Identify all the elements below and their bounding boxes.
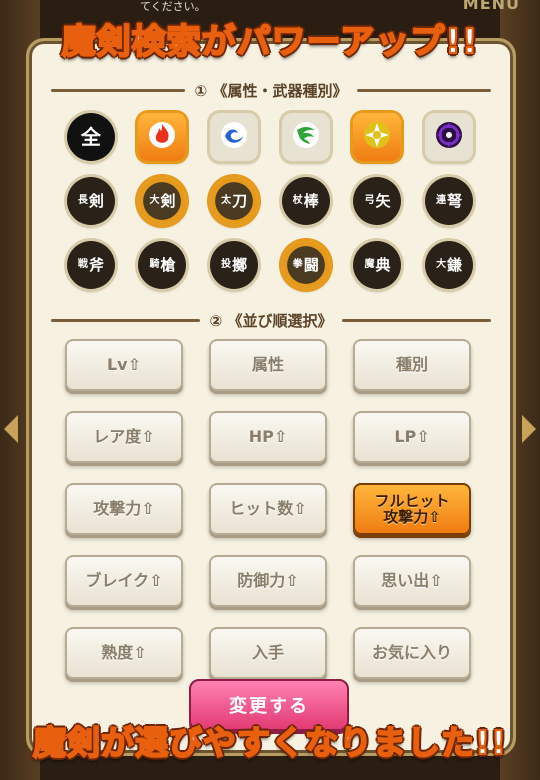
weapon-glyph-small: 太 <box>221 195 232 206</box>
filter-icon-grid: 全長剣大剣太刀杖棒弓矢連弩戦斧騎槍投擲拳闘魔典大鎌 <box>55 113 485 289</box>
menu-label[interactable]: MENU <box>463 0 520 13</box>
weapon-glyph-main: 擲 <box>232 255 248 274</box>
weapon-glyph-small: 大 <box>149 195 160 206</box>
weapon-glyph-main: 闘 <box>303 255 319 274</box>
sort-defense-button[interactable]: 防御力⇧ <box>209 555 327 607</box>
sort-rarity-button[interactable]: レア度⇧ <box>65 411 183 463</box>
section-title-attribute: ① 《属性・武器種別》 <box>194 81 348 100</box>
sort-full-hit-attack-button[interactable]: フルヒット 攻撃力⇧ <box>353 483 471 535</box>
katana-icon: 太刀 <box>221 191 248 210</box>
weapon-filter-katana[interactable]: 太刀 <box>210 177 259 225</box>
weapon-glyph-main: 槍 <box>160 255 176 274</box>
weapon-glyph-small: 大 <box>436 259 447 270</box>
weapon-glyph-main: 剣 <box>88 191 104 210</box>
fist-icon: 拳闘 <box>292 255 319 274</box>
weapon-glyph-small: 魔 <box>364 259 375 270</box>
sort-favorite-button[interactable]: お気に入り <box>353 627 471 679</box>
weapon-glyph-main: 鎌 <box>447 255 463 274</box>
sort-attack-button[interactable]: 攻撃力⇧ <box>65 483 183 535</box>
promo-banner-top: 魔剣検索がパワーアップ!! <box>61 21 479 63</box>
all-icon: 全 <box>80 125 101 149</box>
weapon-glyph-small: 長 <box>77 195 88 206</box>
weapon-filter-bow[interactable]: 弓矢 <box>353 177 402 225</box>
divider <box>342 318 491 322</box>
element-filter-wind[interactable] <box>281 113 330 161</box>
weapon-glyph-small: 拳 <box>292 259 303 270</box>
sort-lv-button[interactable]: Lv⇧ <box>65 339 183 391</box>
weapon-glyph-small: 連 <box>436 195 447 206</box>
sort-hp-button[interactable]: HP⇧ <box>209 411 327 463</box>
weapon-glyph-small: 投 <box>221 259 232 270</box>
divider <box>357 88 491 92</box>
section-title-sort: ② 《並び順選択》 <box>209 311 333 330</box>
great-sword-icon: 大剣 <box>149 191 176 210</box>
sort-break-button[interactable]: ブレイク⇧ <box>65 555 183 607</box>
weapon-glyph-main: 典 <box>375 255 391 274</box>
weapon-filter-staff[interactable]: 杖棒 <box>281 177 330 225</box>
weapon-filter-throwing[interactable]: 投擲 <box>210 241 259 289</box>
dark-element-icon <box>434 120 464 154</box>
element-filter-light[interactable] <box>353 113 402 161</box>
element-filter-fire[interactable] <box>138 113 187 161</box>
weapon-glyph-main: 矢 <box>375 191 391 210</box>
long-sword-icon: 長剣 <box>77 191 104 210</box>
scythe-icon: 大鎌 <box>436 255 463 274</box>
weapon-glyph-small: 騎 <box>149 259 160 270</box>
weapon-filter-spear[interactable]: 騎槍 <box>138 241 187 289</box>
sort-acquired-button[interactable]: 入手 <box>209 627 327 679</box>
element-filter-all[interactable]: 全 <box>66 113 115 161</box>
weapon-glyph-small: 戦 <box>77 259 88 270</box>
bow-icon: 弓矢 <box>364 191 391 210</box>
section-header-sort: ② 《並び順選択》 <box>51 309 491 331</box>
weapon-glyph-main: 棒 <box>303 191 319 210</box>
next-arrow-icon[interactable] <box>522 415 536 443</box>
weapon-filter-axe[interactable]: 戦斧 <box>66 241 115 289</box>
tome-icon: 魔典 <box>364 255 391 274</box>
sort-button-grid: Lv⇧ 属性 種別レア度⇧ HP⇧ LP⇧ 攻撃力⇧ ヒット数⇧ フルヒット 攻撃力⇧ ブレイク… <box>65 339 477 679</box>
divider <box>51 88 185 92</box>
weapon-filter-crossbow[interactable]: 連弩 <box>425 177 474 225</box>
weapon-glyph-main: 弩 <box>447 191 463 210</box>
throwing-icon: 投擲 <box>221 255 248 274</box>
weapon-filter-scythe[interactable]: 大鎌 <box>425 241 474 289</box>
top-hint-text: てください。 <box>140 0 206 13</box>
crossbow-icon: 連弩 <box>436 191 463 210</box>
weapon-filter-fist[interactable]: 拳闘 <box>281 241 330 289</box>
weapon-glyph-main: 刀 <box>232 191 248 210</box>
divider <box>51 318 200 322</box>
section-header-attribute: ① 《属性・武器種別》 <box>51 79 491 101</box>
weapon-filter-great-sword[interactable]: 大剣 <box>138 177 187 225</box>
wind-element-icon <box>291 120 321 154</box>
sort-mastery-button[interactable]: 熟度⇧ <box>65 627 183 679</box>
light-element-icon <box>362 120 392 154</box>
weapon-filter-tome[interactable]: 魔典 <box>353 241 402 289</box>
water-element-icon <box>219 120 249 154</box>
element-filter-water[interactable] <box>210 113 259 161</box>
sort-type-button[interactable]: 種別 <box>353 339 471 391</box>
sort-memories-button[interactable]: 思い出⇧ <box>353 555 471 607</box>
weapon-filter-long-sword[interactable]: 長剣 <box>66 177 115 225</box>
weapon-glyph-main: 斧 <box>88 255 104 274</box>
sort-attribute-button[interactable]: 属性 <box>209 339 327 391</box>
weapon-glyph-small: 弓 <box>364 195 375 206</box>
axe-icon: 戦斧 <box>77 255 104 274</box>
fire-element-icon <box>147 120 177 154</box>
element-filter-dark[interactable] <box>425 113 474 161</box>
staff-icon: 杖棒 <box>292 191 319 210</box>
weapon-glyph-small: 杖 <box>292 195 303 206</box>
weapon-glyph-main: 剣 <box>160 191 176 210</box>
prev-arrow-icon[interactable] <box>4 415 18 443</box>
sort-lp-button[interactable]: LP⇧ <box>353 411 471 463</box>
spear-icon: 騎槍 <box>149 255 176 274</box>
promo-banner-bottom: 魔剣が選びやすくなりました!! <box>32 722 508 763</box>
sort-hit-count-button[interactable]: ヒット数⇧ <box>209 483 327 535</box>
search-panel: ① 《属性・武器種別》 全長剣大剣太刀杖棒弓矢連弩戦斧騎槍投擲拳闘魔典大鎌 ② … <box>26 38 516 756</box>
